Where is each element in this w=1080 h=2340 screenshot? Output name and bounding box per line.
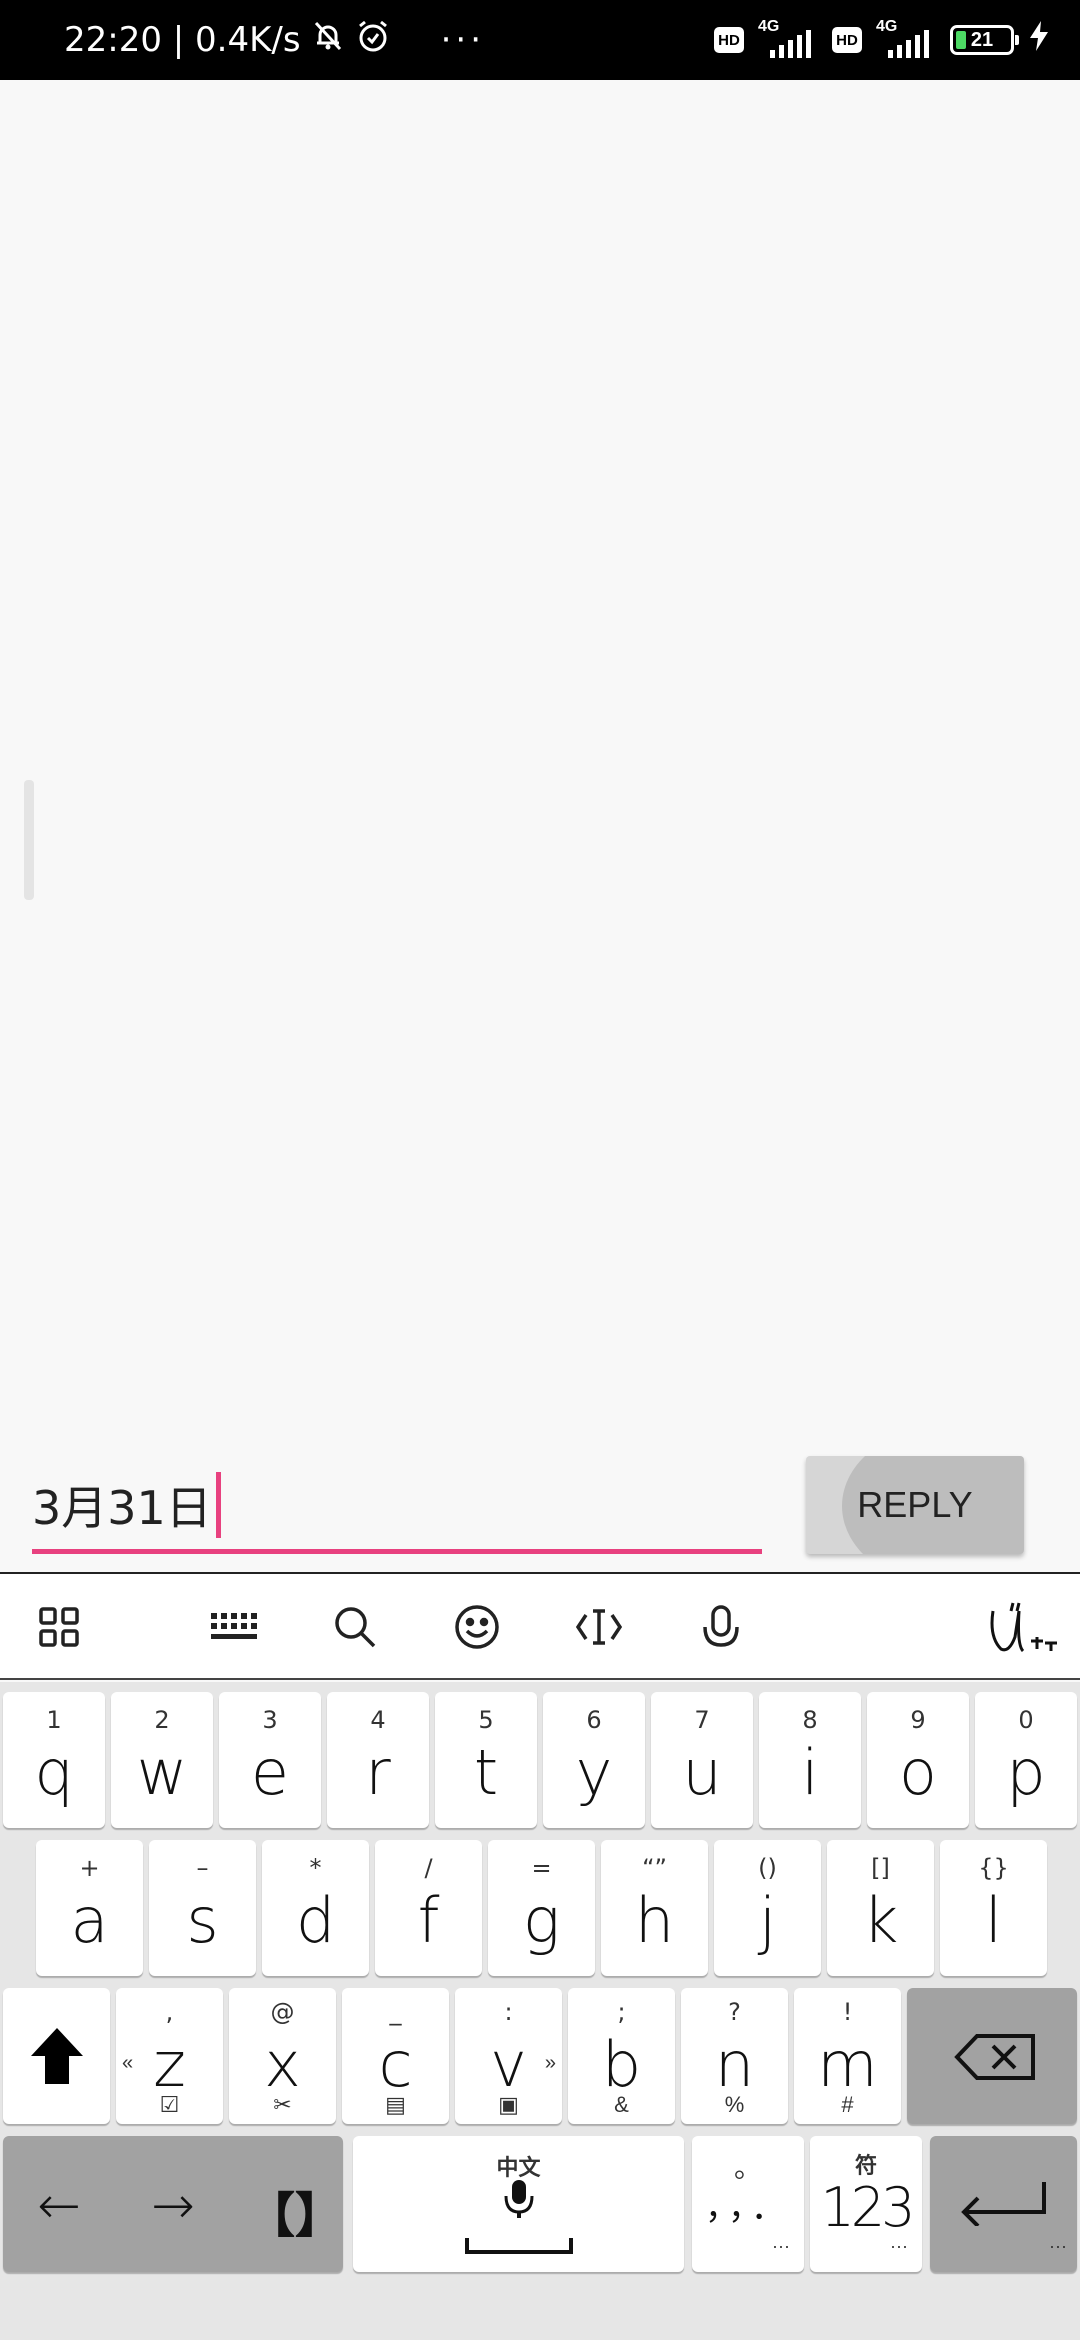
- space-key[interactable]: 中文: [353, 2136, 684, 2272]
- reply-button[interactable]: REPLY: [806, 1456, 1024, 1554]
- enter-key[interactable]: ···: [930, 2136, 1077, 2272]
- battery-icon: 21: [950, 25, 1019, 55]
- key-j[interactable]: () j: [714, 1840, 821, 1976]
- microphone-icon: [502, 2178, 536, 2225]
- reply-button-label: REPLY: [857, 1484, 973, 1525]
- bell-off-icon: [311, 19, 345, 62]
- hd-badge: HD: [832, 27, 862, 53]
- backspace-icon: [953, 2032, 1037, 2087]
- key-m[interactable]: ! m #: [794, 1988, 901, 2124]
- status-bar: 22:20 | 0.4K/s ··· HD 4G HD 4G 21: [0, 0, 1080, 80]
- key-r[interactable]: 4r: [327, 1692, 429, 1828]
- handwriting-logo-icon[interactable]: [984, 1600, 1064, 1654]
- space-bar-icon: [465, 2236, 573, 2261]
- key-w[interactable]: 2w: [111, 1692, 213, 1828]
- key-p[interactable]: 0p: [975, 1692, 1077, 1828]
- key-f[interactable]: / f: [375, 1840, 482, 1976]
- key-k[interactable]: [] k: [827, 1840, 934, 1976]
- more-dots: ···: [440, 20, 486, 60]
- key-u[interactable]: 7u: [651, 1692, 753, 1828]
- emoji-icon[interactable]: [450, 1600, 504, 1654]
- alarm-icon: [355, 18, 391, 63]
- reply-input[interactable]: 3月31日: [32, 1460, 762, 1554]
- key-t[interactable]: 5t: [435, 1692, 537, 1828]
- keyboard-toolbar: [0, 1574, 1080, 1680]
- shift-key[interactable]: [3, 1988, 110, 2124]
- key-x[interactable]: @ x ✂: [229, 1988, 336, 2124]
- key-e[interactable]: 3e: [219, 1692, 321, 1828]
- key-h[interactable]: “” h: [601, 1840, 708, 1976]
- search-icon[interactable]: [328, 1600, 382, 1654]
- keyboard: 1q 2w 3e 4r 5t 6y 7u 8i 9o 0p + a – s * d /…: [0, 1682, 1080, 2340]
- reply-input-value: 3月31日: [32, 1480, 212, 1535]
- scroll-handle[interactable]: [24, 780, 34, 900]
- brackets-key[interactable]: 【】: [247, 2176, 343, 2246]
- key-l[interactable]: {} l: [940, 1840, 1047, 1976]
- charging-bolt-icon: [1028, 20, 1050, 60]
- microphone-icon[interactable]: [694, 1600, 748, 1654]
- keyboard-icon[interactable]: [206, 1600, 260, 1654]
- shift-arrow-icon: [29, 2026, 85, 2091]
- left-arrow-key[interactable]: ←: [19, 2176, 99, 2236]
- key-q[interactable]: 1q: [3, 1692, 105, 1828]
- backspace-key[interactable]: [907, 1988, 1077, 2124]
- cursor-icon[interactable]: [572, 1600, 626, 1654]
- enter-icon: [958, 2176, 1048, 2231]
- key-g[interactable]: = g: [488, 1840, 595, 1976]
- key-d[interactable]: * d: [262, 1840, 369, 1976]
- signal-icon: 4G: [876, 18, 936, 60]
- key-b[interactable]: ; b &: [568, 1988, 675, 2124]
- cursor-control-key[interactable]: ← → 【】: [3, 2136, 343, 2272]
- grid-menu-icon[interactable]: [32, 1600, 86, 1654]
- key-n[interactable]: ? n%: [681, 1988, 788, 2124]
- right-arrow-key[interactable]: →: [133, 2176, 213, 2236]
- key-o[interactable]: 9o: [867, 1692, 969, 1828]
- key-z[interactable]: , z «☑: [116, 1988, 223, 2124]
- text-caret: [215, 1471, 221, 1538]
- punctuation-key[interactable]: 。 ，，． ···: [692, 2136, 804, 2272]
- key-a[interactable]: + a: [36, 1840, 143, 1976]
- key-s[interactable]: – s: [149, 1840, 256, 1976]
- key-v[interactable]: : v» ▣: [455, 1988, 562, 2124]
- numbers-key[interactable]: 符 123 ···: [810, 2136, 922, 2272]
- status-time: 22:20 | 0.4K/s: [64, 20, 301, 60]
- signal-icon: 4G: [758, 18, 818, 60]
- key-c[interactable]: _ c ▤: [342, 1988, 449, 2124]
- key-y[interactable]: 6y: [543, 1692, 645, 1828]
- key-i[interactable]: 8i: [759, 1692, 861, 1828]
- hd-badge: HD: [714, 27, 744, 53]
